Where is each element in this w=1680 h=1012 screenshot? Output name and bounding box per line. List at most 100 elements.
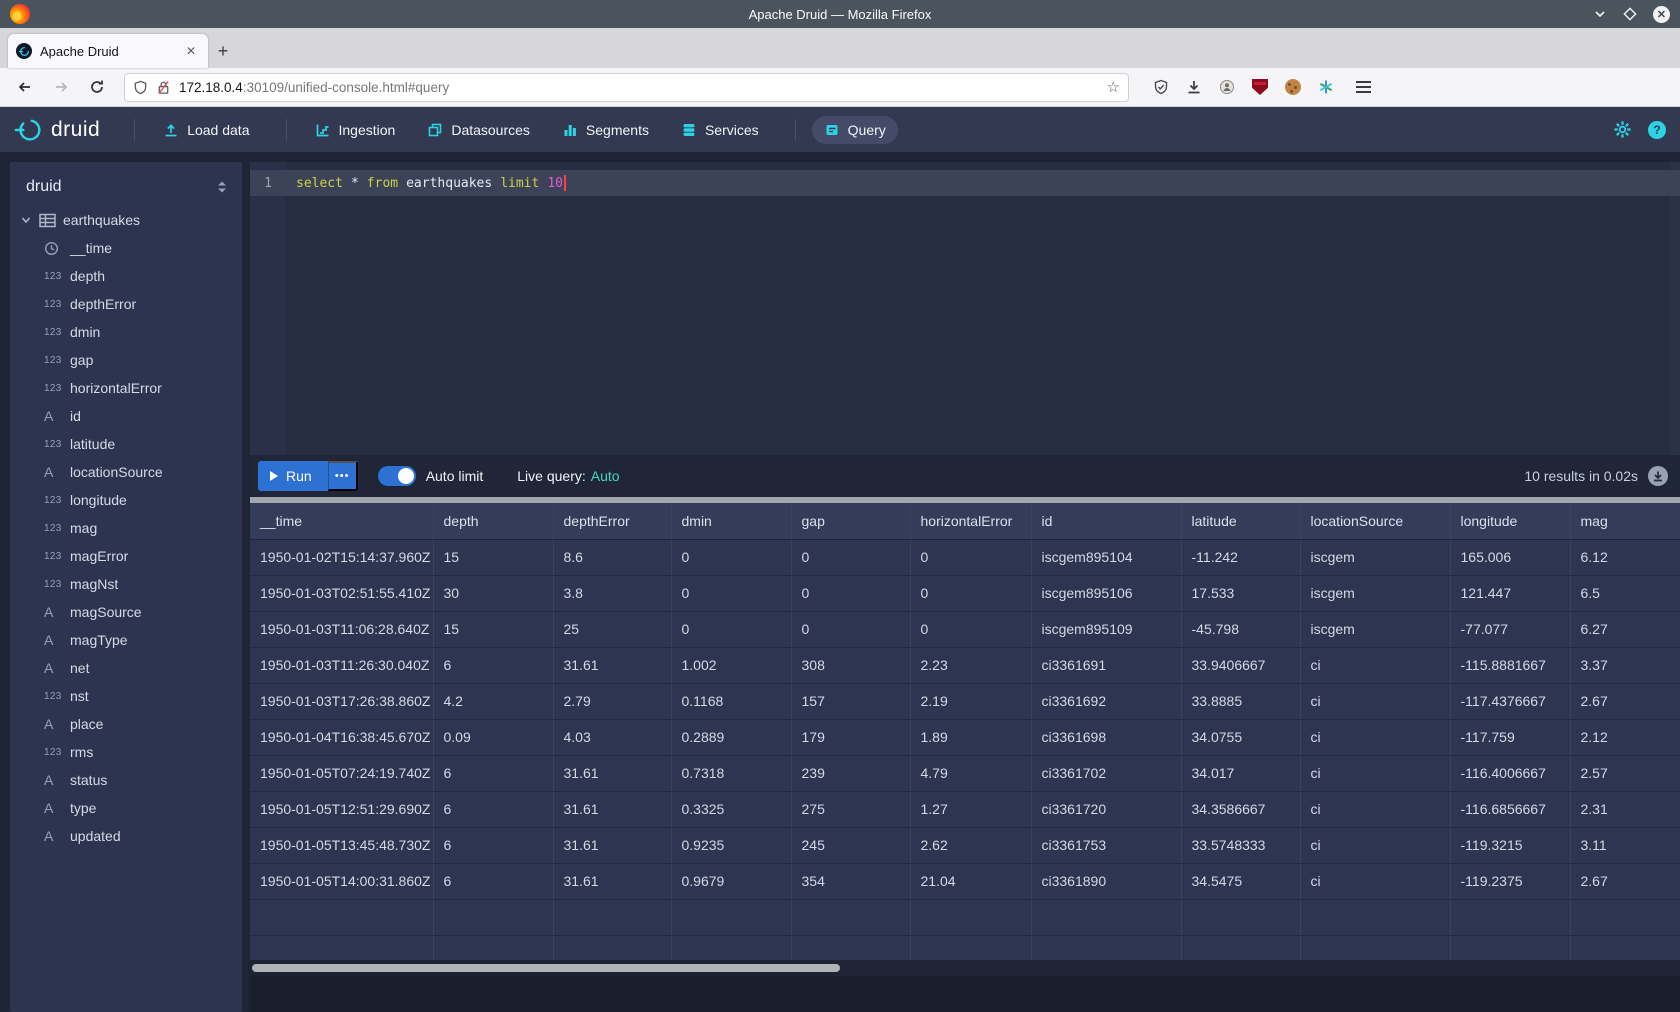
result-cell[interactable]: ci3361692 <box>1031 683 1181 719</box>
nav-ingestion[interactable]: Ingestion <box>303 116 408 144</box>
sort-double-caret-icon[interactable] <box>216 180 228 194</box>
result-cell[interactable]: 354 <box>791 863 910 899</box>
result-cell[interactable]: 0 <box>791 575 910 611</box>
live-query-value[interactable]: Auto <box>591 468 620 484</box>
run-more-button[interactable]: ••• <box>328 461 358 491</box>
sidebar-column-__time[interactable]: __time <box>20 234 242 262</box>
result-cell[interactable]: 30 <box>433 575 553 611</box>
result-cell[interactable]: 31.61 <box>553 755 671 791</box>
sidebar-column-nst[interactable]: 123nst <box>20 682 242 710</box>
result-cell[interactable]: ci3361691 <box>1031 647 1181 683</box>
result-cell[interactable]: ci <box>1300 719 1450 755</box>
result-cell[interactable]: 0.2889 <box>671 719 791 755</box>
sidebar-column-locationSource[interactable]: AlocationSource <box>20 458 242 486</box>
sidebar-column-type[interactable]: Atype <box>20 794 242 822</box>
sidebar-column-rms[interactable]: 123rms <box>20 738 242 766</box>
result-cell[interactable]: 33.8885 <box>1181 683 1300 719</box>
result-cell[interactable]: -115.8881667 <box>1450 647 1570 683</box>
schema-name[interactable]: druid <box>26 178 62 196</box>
result-cell[interactable]: ci <box>1300 827 1450 863</box>
url-bar[interactable]: 172.18.0.4:30109/unified-console.html#qu… <box>124 73 1129 102</box>
sidebar-column-id[interactable]: Aid <box>20 402 242 430</box>
result-cell[interactable]: iscgem <box>1300 575 1450 611</box>
result-cell[interactable]: 31.61 <box>553 647 671 683</box>
result-cell[interactable]: 165.006 <box>1450 539 1570 575</box>
sidebar-column-horizontalError[interactable]: 123horizontalError <box>20 374 242 402</box>
column-header-latitude[interactable]: latitude <box>1181 503 1300 539</box>
sidebar-column-net[interactable]: Anet <box>20 654 242 682</box>
result-cell[interactable]: 34.3586667 <box>1181 791 1300 827</box>
result-cell[interactable]: 1950-01-05T07:24:19.740Z <box>250 755 433 791</box>
result-cell[interactable]: 2.23 <box>910 647 1031 683</box>
result-cell[interactable]: 1.89 <box>910 719 1031 755</box>
result-cell[interactable]: 1.002 <box>671 647 791 683</box>
result-cell[interactable]: 0 <box>910 539 1031 575</box>
result-cell[interactable]: ci3361698 <box>1031 719 1181 755</box>
result-cell[interactable]: 6 <box>433 863 553 899</box>
result-cell[interactable]: ci3361702 <box>1031 755 1181 791</box>
result-cell[interactable]: 1950-01-05T13:45:48.730Z <box>250 827 433 863</box>
result-cell[interactable]: iscgem <box>1300 539 1450 575</box>
result-cell[interactable]: -11.242 <box>1181 539 1300 575</box>
settings-gear-icon[interactable] <box>1613 120 1632 139</box>
result-cell[interactable]: 31.61 <box>553 827 671 863</box>
result-cell[interactable]: 33.5748333 <box>1181 827 1300 863</box>
result-cell[interactable]: 2.57 <box>1570 755 1680 791</box>
sidebar-column-updated[interactable]: Aupdated <box>20 822 242 850</box>
column-header-horizontalError[interactable]: horizontalError <box>910 503 1031 539</box>
result-cell[interactable]: 0 <box>910 575 1031 611</box>
result-cell[interactable]: -117.4376667 <box>1450 683 1570 719</box>
result-cell[interactable]: 6 <box>433 791 553 827</box>
result-cell[interactable]: ci3361720 <box>1031 791 1181 827</box>
result-cell[interactable]: 2.62 <box>910 827 1031 863</box>
column-header-id[interactable]: id <box>1031 503 1181 539</box>
result-cell[interactable]: ci <box>1300 647 1450 683</box>
result-cell[interactable]: ci3361890 <box>1031 863 1181 899</box>
result-cell[interactable]: 6.5 <box>1570 575 1680 611</box>
result-cell[interactable]: 245 <box>791 827 910 863</box>
run-button[interactable]: Run <box>258 461 328 491</box>
sql-editor[interactable]: 1 select*fromearthquakeslimit10 <box>250 162 1680 455</box>
result-cell[interactable]: ci3361753 <box>1031 827 1181 863</box>
help-icon[interactable]: ? <box>1648 121 1666 139</box>
editor-active-line[interactable]: 1 select*fromearthquakeslimit10 <box>250 170 1680 196</box>
result-cell[interactable]: 15 <box>433 539 553 575</box>
sidebar-column-mag[interactable]: 123mag <box>20 514 242 542</box>
result-cell[interactable]: 6 <box>433 755 553 791</box>
result-cell[interactable]: 1950-01-03T11:06:28.640Z <box>250 611 433 647</box>
result-cell[interactable]: 31.61 <box>553 863 671 899</box>
sidebar-column-status[interactable]: Astatus <box>20 766 242 794</box>
result-cell[interactable]: ci <box>1300 683 1450 719</box>
result-cell[interactable]: 0 <box>910 611 1031 647</box>
result-cell[interactable]: 31.61 <box>553 791 671 827</box>
window-close-button[interactable]: ✕ <box>1653 6 1670 23</box>
result-cell[interactable]: 1950-01-05T14:00:31.860Z <box>250 863 433 899</box>
column-header-gap[interactable]: gap <box>791 503 910 539</box>
column-header-dmin[interactable]: dmin <box>671 503 791 539</box>
chevron-down-icon[interactable] <box>20 214 32 226</box>
column-header-depthError[interactable]: depthError <box>553 503 671 539</box>
result-cell[interactable]: 1950-01-05T12:51:29.690Z <box>250 791 433 827</box>
sidebar-column-magType[interactable]: AmagType <box>20 626 242 654</box>
horizontal-scrollbar-thumb[interactable] <box>252 964 840 972</box>
result-cell[interactable]: 1950-01-04T16:38:45.670Z <box>250 719 433 755</box>
result-cell[interactable]: 3.8 <box>553 575 671 611</box>
tracking-protection-shield-icon[interactable] <box>133 80 148 95</box>
auto-limit-toggle[interactable] <box>378 466 416 486</box>
nav-services[interactable]: Services <box>669 116 771 144</box>
account-extension-icon[interactable] <box>1219 79 1235 95</box>
result-cell[interactable]: 6.27 <box>1570 611 1680 647</box>
sidebar-table-earthquakes[interactable]: earthquakes <box>20 206 242 234</box>
column-header-depth[interactable]: depth <box>433 503 553 539</box>
result-cell[interactable]: 8.6 <box>553 539 671 575</box>
browser-tab-apache-druid[interactable]: Apache Druid ✕ <box>8 34 208 68</box>
result-cell[interactable]: -119.2375 <box>1450 863 1570 899</box>
result-cell[interactable]: 121.447 <box>1450 575 1570 611</box>
ublock-origin-icon[interactable] <box>1252 79 1268 95</box>
column-header-longitude[interactable]: longitude <box>1450 503 1570 539</box>
result-cell[interactable]: 6 <box>433 647 553 683</box>
result-cell[interactable]: 17.533 <box>1181 575 1300 611</box>
back-button[interactable] <box>10 73 40 101</box>
reload-button[interactable] <box>82 73 112 101</box>
download-results-icon[interactable] <box>1648 466 1668 486</box>
